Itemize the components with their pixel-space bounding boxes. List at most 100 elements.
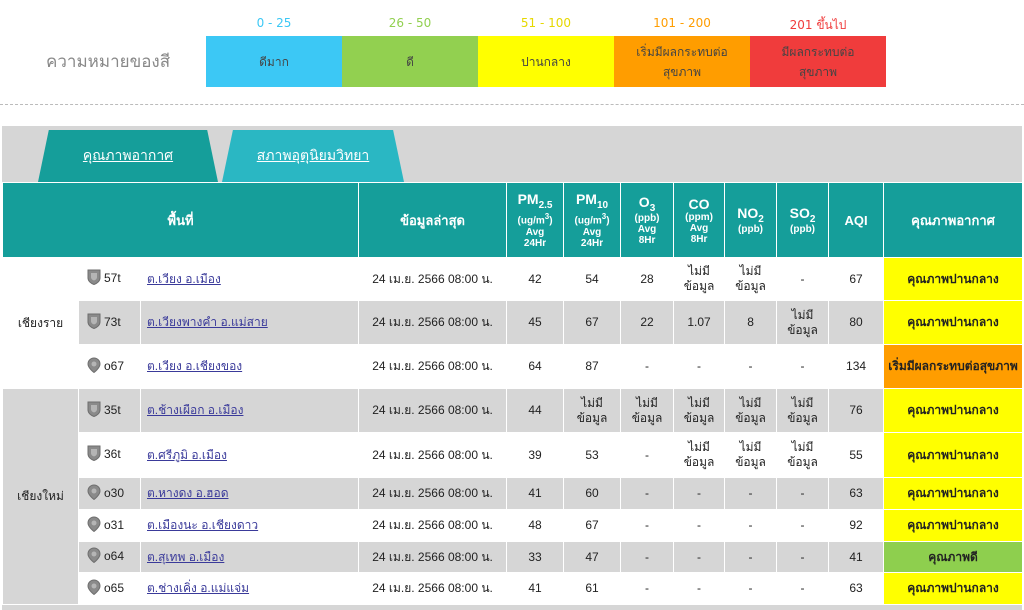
cell-pm25: 48 xyxy=(506,509,565,542)
legend-label: มีผลกระทบต่อสุขภาพ xyxy=(781,44,855,79)
legend-range: 101 - 200 xyxy=(653,16,711,30)
station-code: o67 xyxy=(104,358,125,373)
cell-pm25: 41 xyxy=(506,477,565,510)
cell-so2: - xyxy=(776,509,830,542)
station-code: 35t xyxy=(104,402,121,417)
station-pin-icon xyxy=(87,547,101,567)
cell-o3: - xyxy=(620,509,675,542)
cell-time: 24 เม.ย. 2566 08:00 น. xyxy=(358,257,508,301)
station-code: 36t xyxy=(104,447,121,462)
table-row: o30 ต.หางดง อ.ฮอด 24 เม.ย. 2566 08:00 น. 41… xyxy=(3,477,1024,510)
cell-o3: 28 xyxy=(620,257,675,301)
legend-label: ปานกลาง xyxy=(521,54,571,69)
station-code: 57t xyxy=(104,271,121,286)
legend-swatch: ดี xyxy=(342,36,478,87)
air-quality-status: คุณภาพปานกลาง xyxy=(883,300,1024,345)
station-code: o65 xyxy=(104,580,125,595)
cell-o3: - xyxy=(620,541,675,573)
cell-no2: - xyxy=(724,541,778,573)
cell-aqi: 76 xyxy=(828,388,885,433)
cell-so2: - xyxy=(776,344,830,389)
station-area-link[interactable]: ต.เวียงพางคำ อ.แม่สาย xyxy=(147,315,268,329)
cell-pm10: 67 xyxy=(563,509,622,542)
table-row: 36t ต.ศรีภูมิ อ.เมือง 24 เม.ย. 2566 08:00 … xyxy=(3,432,1024,478)
cell-time: 24 เม.ย. 2566 08:00 น. xyxy=(358,572,508,605)
legend-swatch: ดีมาก xyxy=(206,36,342,87)
air-quality-status: คุณภาพปานกลาง xyxy=(883,572,1024,605)
cell-pm25: 44 xyxy=(506,388,565,433)
tab-air-quality[interactable]: คุณภาพอากาศ xyxy=(38,130,218,182)
station-area-link[interactable]: ต.หางดง อ.ฮอด xyxy=(147,486,229,500)
cell-no2: - xyxy=(724,572,778,605)
cell-no2: - xyxy=(724,344,778,389)
station-area-link[interactable]: ต.สุเทพ อ.เมือง xyxy=(147,550,224,564)
station-area-link[interactable]: ต.เมืองนะ อ.เชียงดาว xyxy=(147,518,258,532)
cell-so2: - xyxy=(776,477,830,510)
cell-pm25: 39 xyxy=(506,432,565,478)
cell-aqi: 55 xyxy=(828,432,885,478)
station-shield-icon xyxy=(87,269,101,289)
cell-pm10: 67 xyxy=(563,300,622,345)
legend-range: 0 - 25 xyxy=(256,16,292,30)
cell-o3: - xyxy=(620,344,675,389)
header-so2: SO2 (ppb) xyxy=(776,182,830,258)
tab-meteorology[interactable]: สภาพอุตุนิยมวิทยา xyxy=(222,130,404,182)
cell-time: 24 เม.ย. 2566 08:00 น. xyxy=(358,432,508,478)
cell-pm10: ไม่มี ข้อมูล xyxy=(563,388,622,433)
station-area-link[interactable]: ต.ศรีภูมิ อ.เมือง xyxy=(147,448,227,462)
station-area-link[interactable]: ต.เวียง อ.เมือง xyxy=(147,272,221,286)
header-aqi: AQI xyxy=(828,182,885,258)
cell-aqi: 92 xyxy=(828,509,885,542)
legend-range: 26 - 50 xyxy=(388,16,432,30)
air-quality-status: คุณภาพปานกลาง xyxy=(883,432,1024,478)
station-shield-icon xyxy=(87,445,101,465)
cell-so2: ไม่มี ข้อมูล xyxy=(776,432,830,478)
cell-so2: ไม่มี ข้อมูล xyxy=(776,300,830,345)
legend-swatch: ปานกลาง xyxy=(478,36,614,87)
header-latest: ข้อมูลล่าสุด xyxy=(358,182,508,258)
cell-co: - xyxy=(673,477,726,510)
cell-no2: ไม่มี ข้อมูล xyxy=(724,257,778,301)
table-row: 73t ต.เวียงพางคำ อ.แม่สาย 24 เม.ย. 2566 08… xyxy=(3,300,1024,345)
cell-time: 24 เม.ย. 2566 08:00 น. xyxy=(358,477,508,510)
province-name: เชียงใหม่ xyxy=(2,388,79,605)
legend-range: 201 ขึ้นไป xyxy=(789,18,847,32)
cell-pm25: 45 xyxy=(506,300,565,345)
cell-so2: - xyxy=(776,257,830,301)
air-quality-table: พื้นที่ ข้อมูลล่าสุด PM2.5 (ug/m3) Avg 2… xyxy=(1,182,1024,605)
station-shield-icon xyxy=(87,401,101,421)
cell-aqi: 63 xyxy=(828,477,885,510)
cell-pm10: 53 xyxy=(563,432,622,478)
station-pin-icon xyxy=(87,483,101,504)
station-area-link[interactable]: ต.ช้างเผือก อ.เมือง xyxy=(147,403,243,417)
cell-no2: - xyxy=(724,509,778,542)
air-quality-status: คุณภาพปานกลาง xyxy=(883,257,1024,301)
cell-pm25: 64 xyxy=(506,344,565,389)
cell-aqi: 80 xyxy=(828,300,885,345)
legend-label: ดี xyxy=(406,54,414,69)
cell-time: 24 เม.ย. 2566 08:00 น. xyxy=(358,344,508,389)
cell-pm25: 42 xyxy=(506,257,565,301)
air-quality-status: คุณภาพปานกลาง xyxy=(883,477,1024,510)
table-row: เชียงใหม่ 35t ต.ช้างเผือก อ.เมือง 24 เม.ย. … xyxy=(2,388,1024,605)
cell-o3: ไม่มี ข้อมูล xyxy=(620,388,675,433)
cell-co: - xyxy=(673,572,726,605)
cell-co: ไม่มี ข้อมูล xyxy=(673,432,726,478)
legend-title: ความหมายของสี xyxy=(46,52,171,72)
color-legend: ความหมายของสี 0 - 25 ดีมาก 26 - 50 ดี 51 - 1… xyxy=(0,0,1024,105)
legend-range: 51 - 100 xyxy=(520,16,572,30)
legend-label: เริ่มมีผลกระทบต่อสุขภาพ xyxy=(636,44,728,79)
cell-o3: - xyxy=(620,432,675,478)
table-header-row: พื้นที่ ข้อมูลล่าสุด PM2.5 (ug/m3) Avg 2… xyxy=(1,182,1024,258)
header-pm25: PM2.5 (ug/m3) Avg 24Hr xyxy=(506,182,565,258)
cell-so2: ไม่มี ข้อมูล xyxy=(776,388,830,433)
cell-aqi: 134 xyxy=(828,344,885,389)
station-code: o30 xyxy=(104,485,125,500)
table-row: o31 ต.เมืองนะ อ.เชียงดาว 24 เม.ย. 2566 08:… xyxy=(3,509,1024,542)
cell-pm10: 54 xyxy=(563,257,622,301)
station-area-link[interactable]: ต.เวียง อ.เชียงของ xyxy=(147,359,242,373)
air-quality-status: คุณภาพปานกลาง xyxy=(883,509,1024,542)
table-row: o67 ต.เวียง อ.เชียงของ 24 เม.ย. 2566 08:00… xyxy=(3,344,1024,389)
station-area-link[interactable]: ต.ช่างเคิ่ง อ.แม่แจ่ม xyxy=(147,581,249,595)
cell-pm10: 60 xyxy=(563,477,622,510)
